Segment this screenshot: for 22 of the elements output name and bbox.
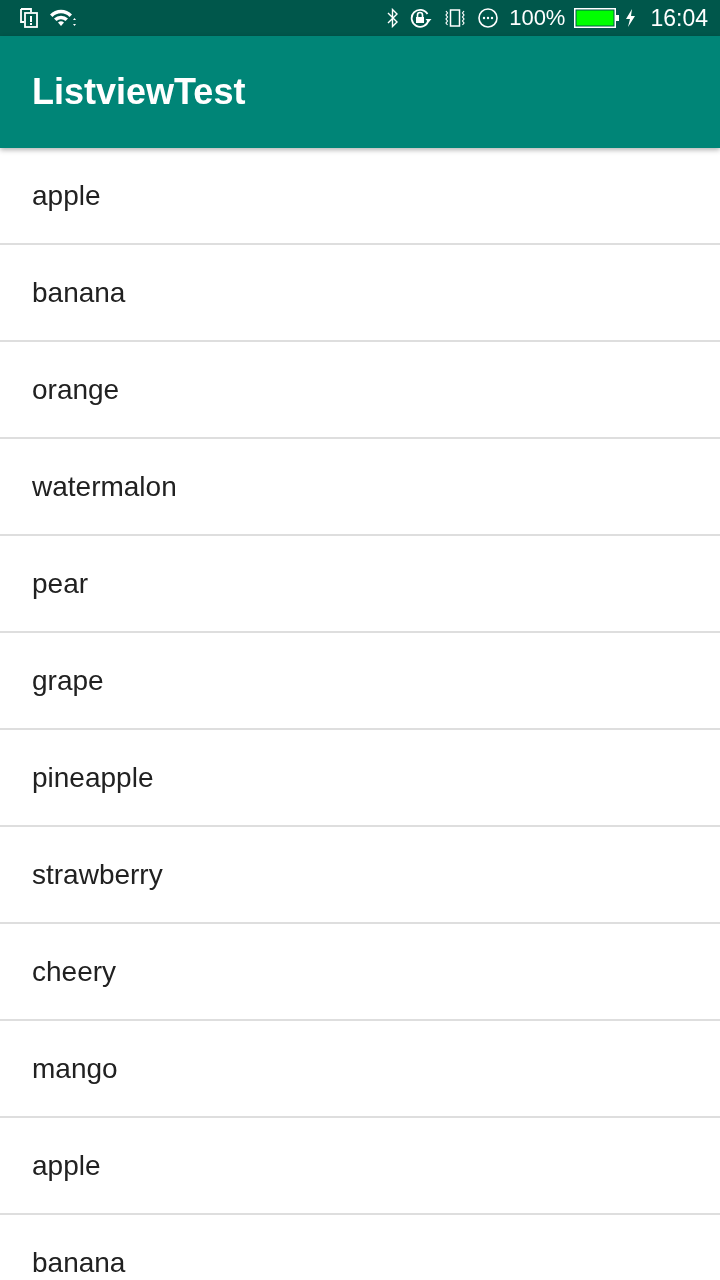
- list-item[interactable]: mango: [0, 1021, 720, 1118]
- alert-card-icon: [20, 8, 38, 28]
- list-item[interactable]: banana: [0, 245, 720, 342]
- list-item[interactable]: apple: [0, 148, 720, 245]
- app-title: ListviewTest: [32, 70, 246, 114]
- charging-bolt-icon: [625, 9, 636, 27]
- list-item[interactable]: banana: [0, 1215, 720, 1280]
- list-item[interactable]: apple: [0, 1118, 720, 1215]
- battery-icon: [574, 8, 621, 28]
- list-item[interactable]: watermalon: [0, 439, 720, 536]
- list-item[interactable]: cheery: [0, 924, 720, 1021]
- list-item[interactable]: pineapple: [0, 730, 720, 827]
- more-circle-icon: [478, 8, 499, 28]
- wifi-icon: [50, 9, 76, 27]
- bluetooth-icon: [387, 8, 400, 28]
- list-item[interactable]: orange: [0, 342, 720, 439]
- battery-percent: 100%: [509, 5, 566, 31]
- rotation-lock-icon: [410, 8, 433, 28]
- list-item[interactable]: grape: [0, 633, 720, 730]
- list-item[interactable]: pear: [0, 536, 720, 633]
- clock-time: 16:04: [650, 5, 708, 31]
- list-item[interactable]: strawberry: [0, 827, 720, 924]
